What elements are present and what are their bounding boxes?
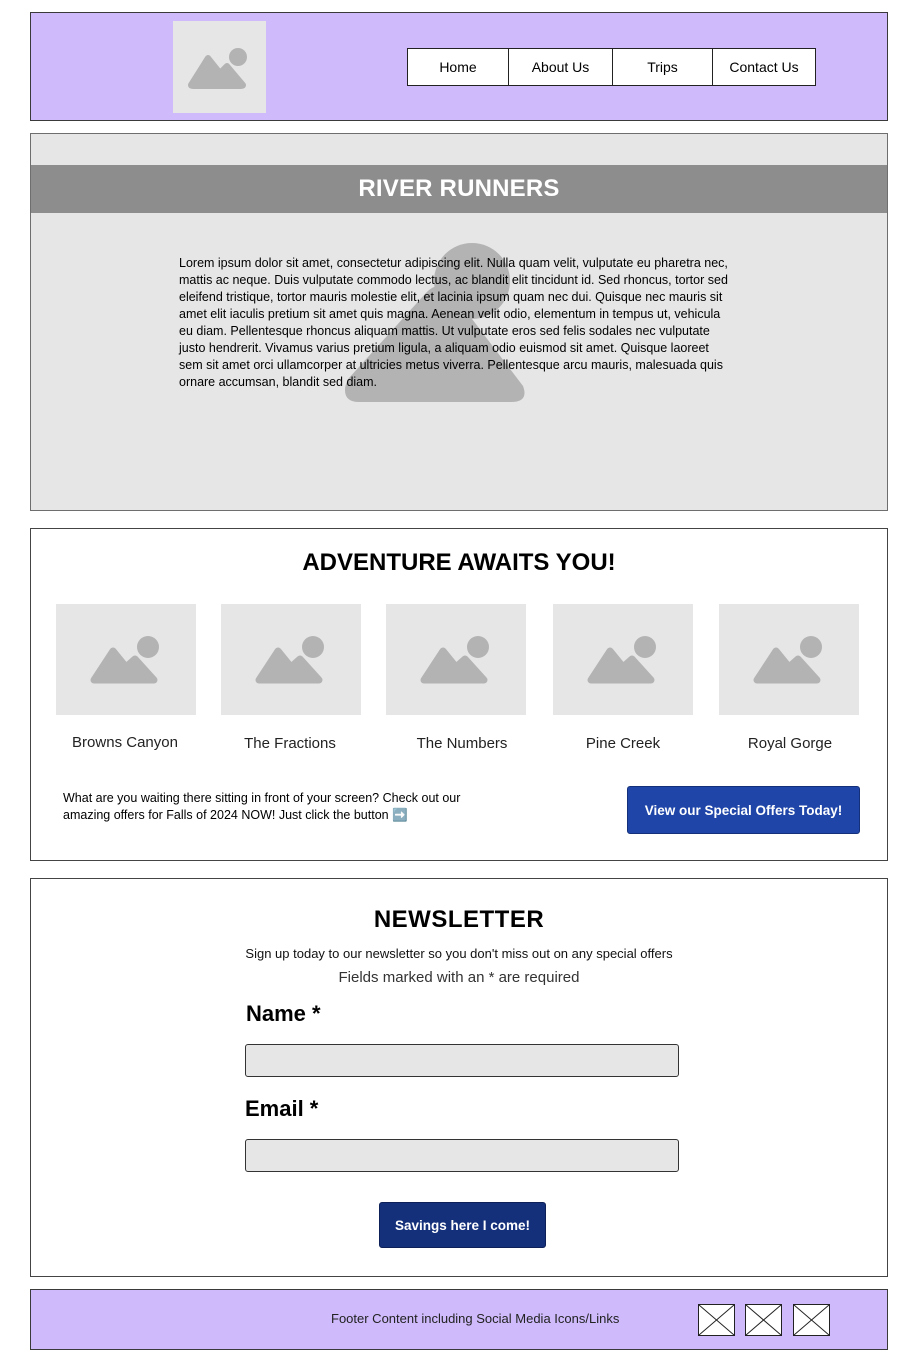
site-header: Home About Us Trips Contact Us	[30, 12, 888, 121]
nav-contact-us[interactable]: Contact Us	[712, 48, 816, 86]
image-placeholder-icon	[587, 636, 656, 684]
adventure-section: ADVENTURE AWAITS YOU! Browns Canyon The …	[30, 528, 888, 861]
destination-label-the-numbers[interactable]: The Numbers	[377, 735, 547, 752]
special-offers-promo-text: What are you waiting there sitting in fr…	[63, 791, 461, 822]
email-input[interactable]	[245, 1139, 679, 1172]
destination-label-browns-canyon[interactable]: Browns Canyon	[40, 734, 210, 751]
hero-title: RIVER RUNNERS	[358, 175, 560, 202]
image-placeholder-icon	[255, 636, 324, 684]
destination-label-royal-gorge[interactable]: Royal Gorge	[705, 735, 875, 752]
logo-image-placeholder[interactable]	[173, 21, 266, 113]
image-placeholder-icon	[420, 636, 489, 684]
newsletter-submit-button[interactable]: Savings here I come!	[379, 1202, 546, 1248]
nav-about-us[interactable]: About Us	[508, 48, 613, 86]
image-placeholder-icon	[753, 636, 822, 684]
social-link-2[interactable]	[745, 1304, 782, 1336]
image-placeholder-icon	[90, 636, 159, 684]
newsletter-description: Sign up today to our newsletter so you d…	[245, 946, 673, 961]
newsletter-section: NEWSLETTER Sign up today to our newslett…	[30, 878, 888, 1277]
hero-body-text: Lorem ipsum dolor sit amet, consectetur …	[179, 256, 728, 389]
footer-text: Footer Content including Social Media Ic…	[331, 1311, 620, 1326]
name-input[interactable]	[245, 1044, 679, 1077]
social-link-1[interactable]	[698, 1304, 735, 1336]
adventure-title: ADVENTURE AWAITS YOU!	[302, 549, 616, 576]
name-field-label: Name *	[246, 1001, 321, 1026]
social-placeholder-icon	[745, 1304, 782, 1336]
required-fields-note: Fields marked with an * are required	[338, 969, 580, 986]
hero-section: RIVER RUNNERS Lorem ipsum dolor sit amet…	[30, 133, 888, 511]
destination-card-image[interactable]	[553, 604, 693, 715]
main-nav: Home About Us Trips Contact Us	[407, 48, 816, 86]
nav-home[interactable]: Home	[407, 48, 509, 86]
view-special-offers-button[interactable]: View our Special Offers Today!	[627, 786, 860, 834]
destination-card-image[interactable]	[221, 604, 361, 715]
destination-card-image[interactable]	[386, 604, 526, 715]
destination-card-image[interactable]	[719, 604, 859, 715]
destination-label-the-fractions[interactable]: The Fractions	[205, 735, 375, 752]
image-placeholder-icon	[188, 48, 247, 89]
social-placeholder-icon	[698, 1304, 735, 1336]
hero-title-band: RIVER RUNNERS	[31, 165, 887, 213]
destination-label-pine-creek[interactable]: Pine Creek	[538, 735, 708, 752]
destination-card-image[interactable]	[56, 604, 196, 715]
nav-trips[interactable]: Trips	[612, 48, 713, 86]
social-link-3[interactable]	[793, 1304, 830, 1336]
newsletter-title: NEWSLETTER	[373, 906, 545, 933]
email-field-label: Email *	[245, 1096, 319, 1121]
social-placeholder-icon	[793, 1304, 830, 1336]
site-footer: Footer Content including Social Media Ic…	[30, 1289, 888, 1350]
